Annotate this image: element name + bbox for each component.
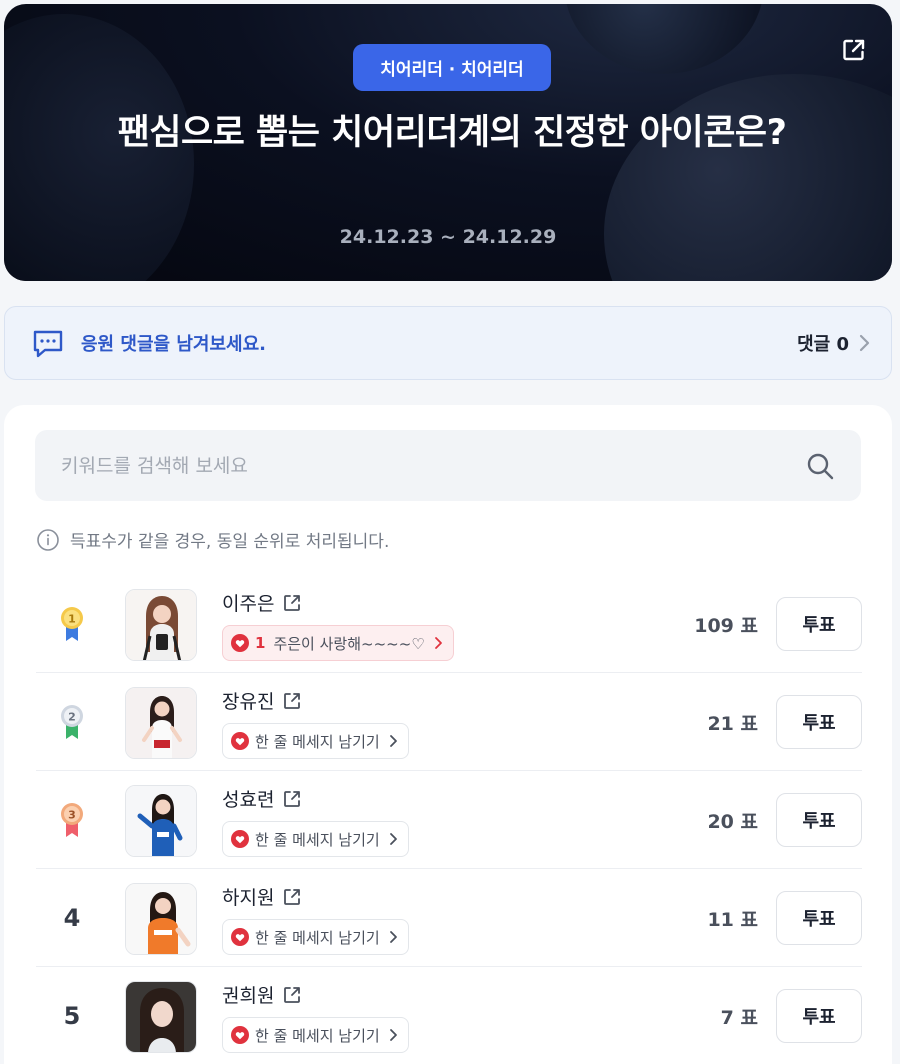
tie-notice-text: 득표수가 같을 경우, 동일 순위로 처리됩니다. <box>70 532 390 552</box>
candidate-photo[interactable] <box>125 981 197 1053</box>
rank-number: 5 <box>63 1002 81 1030</box>
candidate-row: 2 장유진 한 줄 메세지 남기기 21 표 투표 <box>36 673 862 771</box>
cheer-message-button[interactable]: 한 줄 메세지 남기기 <box>222 919 409 955</box>
vote-button[interactable]: 투표 <box>776 989 862 1043</box>
heart-icon <box>231 732 249 750</box>
vote-count: 11 표 <box>707 908 758 931</box>
chevron-right-icon <box>389 833 397 845</box>
candidate-name: 권희원 <box>222 985 275 1007</box>
candidate-name: 성효련 <box>222 789 275 811</box>
silver-medal-icon: 2 <box>61 705 83 739</box>
search-bar[interactable] <box>35 430 861 501</box>
chevron-right-icon <box>389 1029 397 1041</box>
candidate-photo[interactable] <box>125 687 197 759</box>
external-link-icon[interactable] <box>282 691 302 711</box>
candidate-row: 1 이주은 1 주은이 사랑해~~~~♡ 109 표 투표 <box>36 575 862 673</box>
candidate-name-wrap[interactable]: 장유진 <box>222 687 302 714</box>
medal-rank: 2 <box>68 711 76 724</box>
chevron-right-icon <box>389 931 397 943</box>
vote-count: 21 표 <box>707 712 758 735</box>
info-icon <box>37 528 59 551</box>
search-icon[interactable] <box>805 451 835 481</box>
cheer-message-text: 주은이 사랑해~~~~♡ <box>273 634 425 653</box>
hero-decoration <box>604 74 892 281</box>
tie-notice: 득표수가 같을 경우, 동일 순위로 처리됩니다. <box>36 527 389 552</box>
poll-title: 팬심으로 뽑는 치어리더계의 진정한 아이콘은? <box>117 113 787 153</box>
cheer-message-text: 한 줄 메세지 남기기 <box>255 928 380 947</box>
candidate-photo[interactable] <box>125 785 197 857</box>
cheer-message-button[interactable]: 한 줄 메세지 남기기 <box>222 821 409 857</box>
candidate-row: 3 성효련 한 줄 메세지 남기기 20 표 투표 <box>36 771 862 869</box>
rank-cell: 1 <box>36 575 108 673</box>
medal-rank: 3 <box>68 809 76 822</box>
cheer-message-button[interactable]: 1 주은이 사랑해~~~~♡ <box>222 625 454 661</box>
rank-cell: 2 <box>36 673 108 771</box>
vote-button[interactable]: 투표 <box>776 793 862 847</box>
rank-cell: 3 <box>36 771 108 869</box>
external-link-icon[interactable] <box>282 985 302 1005</box>
candidate-row: 4 하지원 한 줄 메세지 남기기 11 표 투표 <box>36 869 862 967</box>
candidate-name-wrap[interactable]: 성효련 <box>222 785 302 812</box>
external-link-icon[interactable] <box>282 887 302 907</box>
candidate-photo[interactable] <box>125 589 197 661</box>
vote-button[interactable]: 투표 <box>776 597 862 651</box>
chat-bubble-icon <box>33 330 63 358</box>
candidate-row: 5 권희원 한 줄 메세지 남기기 7 표 투표 <box>36 967 862 1064</box>
vote-count: 20 표 <box>707 810 758 833</box>
cheer-message-text: 한 줄 메세지 남기기 <box>255 830 380 849</box>
candidate-name-wrap[interactable]: 하지원 <box>222 883 302 910</box>
external-link-icon[interactable] <box>282 593 302 613</box>
hero-decoration <box>564 4 764 74</box>
vote-button[interactable]: 투표 <box>776 695 862 749</box>
chevron-right-icon <box>859 334 870 352</box>
comment-banner[interactable]: 응원 댓글을 남겨보세요. 댓글 0 <box>4 306 892 380</box>
gold-medal-icon: 1 <box>61 607 83 641</box>
candidate-photo[interactable] <box>125 883 197 955</box>
external-link-icon[interactable] <box>282 789 302 809</box>
poll-period: 24.12.23 ~ 24.12.29 <box>339 226 557 248</box>
search-input[interactable] <box>61 454 805 477</box>
candidate-name-wrap[interactable]: 이주은 <box>222 589 302 616</box>
comment-count: 댓글 0 <box>797 334 849 355</box>
cheer-message-button[interactable]: 한 줄 메세지 남기기 <box>222 1017 409 1053</box>
vote-count: 109 표 <box>694 614 758 637</box>
bronze-medal-icon: 3 <box>61 803 83 837</box>
category-badge: 치어리더 · 치어리더 <box>353 44 551 91</box>
heart-icon <box>231 1026 249 1044</box>
candidate-name: 장유진 <box>222 691 275 713</box>
vote-button[interactable]: 투표 <box>776 891 862 945</box>
candidate-name-wrap[interactable]: 권희원 <box>222 981 302 1008</box>
medal-rank: 1 <box>68 613 76 626</box>
chevron-right-icon <box>434 637 442 649</box>
poll-hero: 치어리더 · 치어리더 팬심으로 뽑는 치어리더계의 진정한 아이콘은? 24.… <box>4 4 892 281</box>
candidate-name: 하지원 <box>222 887 275 909</box>
cheer-message-text: 한 줄 메세지 남기기 <box>255 1026 380 1045</box>
message-count: 1 <box>255 634 266 652</box>
chevron-right-icon <box>389 735 397 747</box>
vote-count: 7 표 <box>720 1006 758 1029</box>
cheer-message-button[interactable]: 한 줄 메세지 남기기 <box>222 723 409 759</box>
ranking-card: 득표수가 같을 경우, 동일 순위로 처리됩니다. 1 이주은 <box>4 405 892 1064</box>
heart-icon <box>231 928 249 946</box>
comment-prompt: 응원 댓글을 남겨보세요. <box>81 334 266 355</box>
cheer-message-text: 한 줄 메세지 남기기 <box>255 732 380 751</box>
candidate-name: 이주은 <box>222 593 275 615</box>
share-external-icon[interactable] <box>840 36 868 64</box>
heart-icon <box>231 830 249 848</box>
rank-number: 4 <box>63 904 81 932</box>
heart-icon <box>231 634 249 652</box>
